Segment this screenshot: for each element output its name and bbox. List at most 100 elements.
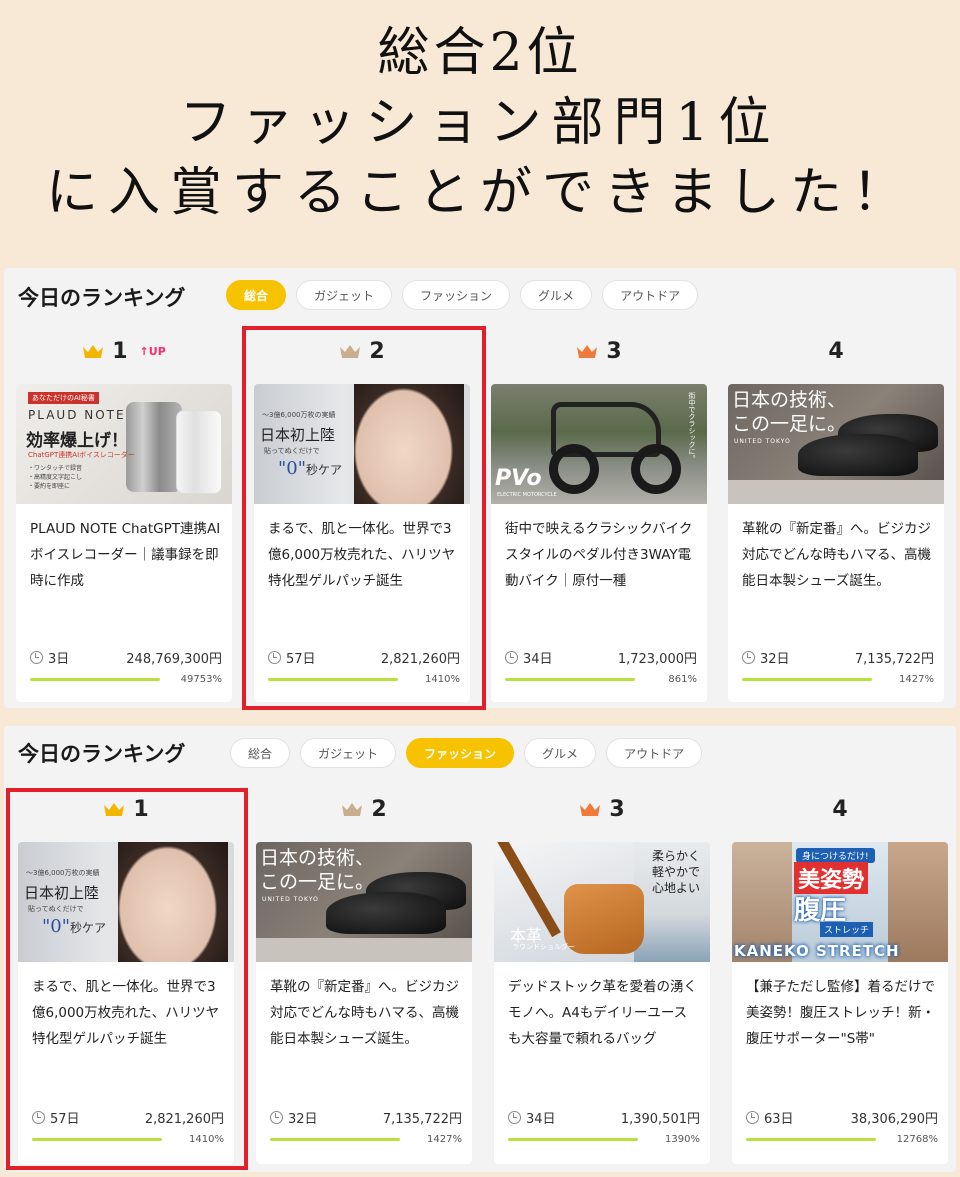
thumb-text-line: 心地よい	[651, 881, 700, 895]
funding-amount: 7,135,722円	[854, 652, 934, 667]
rank-number: 3	[609, 796, 625, 822]
thumb-title-line: この一足に。	[732, 413, 847, 435]
progress-percent: 49753%	[180, 674, 222, 685]
product-title[interactable]: PLAUD NOTE ChatGPT連携AIボイスレコーダー｜議事録を即時に作成	[30, 516, 222, 594]
tab-fashion[interactable]: ファッション	[406, 738, 515, 768]
funding-amount: 248,769,300円	[126, 652, 222, 667]
rank-header-3: 3	[494, 792, 710, 826]
category-tabs: 総合 ガジェット ファッション グルメ アウトドア	[226, 280, 699, 310]
tab-overall[interactable]: 総合	[226, 280, 287, 310]
product-card[interactable]: 街中でクラシックに。 PVo ELECTRIC MOTORCYCLE 街中で映え…	[491, 384, 707, 702]
product-meta: 63日 38,306,290円	[746, 1108, 938, 1127]
highlight-box	[242, 326, 486, 710]
rank-number: 4	[832, 796, 848, 822]
clock-icon	[505, 651, 518, 664]
product-image[interactable]: あなただけのAI秘書 PLAUD NOTE 効率爆上げ！ ChatGPT連携AI…	[16, 384, 232, 504]
thumb-text: 身につけるだけ!	[796, 848, 875, 863]
headline-line-1: 総合2位	[377, 23, 583, 83]
thumb-text: KANEKO STRETCH	[734, 942, 900, 960]
product-title[interactable]: 革靴の『新定番』へ。ビジカジ対応でどんな時もハマる、高機能日本製シューズ誕生。	[270, 974, 462, 1052]
product-image[interactable]: 柔らかく 軽やかで 心地よい 本革 ラウンドショルダー	[494, 842, 710, 962]
product-card[interactable]: 身につけるだけ! 美姿勢 腹圧 ストレッチ KANEKO STRETCH 【兼子…	[732, 842, 948, 1164]
product-title[interactable]: デッドストック革を愛着の湧くモノへ。A4もデイリーユースも大容量で頼れるバッグ	[508, 974, 700, 1052]
rank-header-1: 1 ↑UP	[16, 334, 232, 368]
thumb-text: ラウンドショルダー	[512, 943, 575, 951]
days-text: 3日	[48, 652, 70, 667]
leather-bag	[564, 884, 644, 954]
days-left: 34日	[505, 648, 553, 667]
rank-header-3: 3	[491, 334, 707, 368]
bike-wheel	[549, 444, 599, 494]
tab-gourmet[interactable]: グルメ	[524, 738, 597, 768]
rank-up-label: UP	[148, 344, 166, 358]
product-title[interactable]: 革靴の『新定番』へ。ビジカジ対応でどんな時もハマる、高機能日本製シューズ誕生。	[742, 516, 934, 594]
tab-gadget[interactable]: ガジェット	[296, 280, 393, 310]
rank-header-4: 4	[728, 334, 944, 368]
thumb-tag: あなただけのAI秘書	[28, 392, 99, 404]
silver-crown-icon	[342, 803, 363, 816]
thumb-text: 柔らかく軽やかで心地よい	[652, 848, 700, 896]
days-text: 34日	[523, 652, 553, 667]
clock-icon	[746, 1111, 759, 1124]
rank-header-2: 2	[256, 792, 472, 826]
product-card[interactable]: 日本の技術、 この一足に。 UNITED TOKYO 革靴の『新定番』へ。ビジカジ…	[256, 842, 472, 1164]
tab-gadget[interactable]: ガジェット	[300, 738, 397, 768]
panel-title: 今日のランキング	[18, 742, 186, 766]
gold-crown-icon	[83, 345, 104, 358]
days-left: 63日	[746, 1108, 794, 1127]
panel-title: 今日のランキング	[18, 286, 186, 310]
shoe-stand	[728, 480, 944, 504]
tab-fashion[interactable]: ファッション	[402, 280, 511, 310]
product-card[interactable]: 日本の技術、 この一足に。 UNITED TOKYO 革靴の『新定番』へ。ビジカジ…	[728, 384, 944, 702]
clock-icon	[30, 651, 43, 664]
product-meta: 34日 1,390,501円	[508, 1108, 700, 1127]
product-image[interactable]: 日本の技術、 この一足に。 UNITED TOKYO	[256, 842, 472, 962]
progress-percent: 12768%	[896, 1134, 938, 1145]
product-meta: 32日 7,135,722円	[742, 648, 934, 667]
product-card[interactable]: 柔らかく 軽やかで 心地よい 本革 ラウンドショルダー デッドストック革を愛着の湧く…	[494, 842, 710, 1164]
shoe	[798, 434, 918, 476]
product-meta: 32日 7,135,722円	[270, 1108, 462, 1127]
days-text: 63日	[764, 1112, 794, 1127]
brand-name: UNITED TOKYO	[262, 896, 319, 903]
progress-bar	[30, 678, 160, 681]
days-left: 34日	[508, 1108, 556, 1127]
days-left: 32日	[742, 648, 790, 667]
product-meta: 3日 248,769,300円	[30, 648, 222, 667]
progress-bar	[742, 678, 872, 681]
product-meta: 34日 1,723,000円	[505, 648, 697, 667]
thumb-text-line: 軽やかで	[651, 865, 700, 879]
shoe-stand	[256, 938, 472, 962]
category-tabs: 総合 ガジェット ファッション グルメ アウトドア	[230, 738, 703, 768]
clock-icon	[508, 1111, 521, 1124]
product-image[interactable]: 身につけるだけ! 美姿勢 腹圧 ストレッチ KANEKO STRETCH	[732, 842, 948, 962]
tab-overall[interactable]: 総合	[230, 738, 291, 768]
thumb-list-item: ・ワンタッチで録音	[28, 465, 83, 472]
thumb-headline: 効率爆上げ！	[26, 431, 128, 451]
progress-percent: 861%	[668, 674, 697, 685]
funding-amount: 1,390,501円	[620, 1112, 700, 1127]
product-image[interactable]: 日本の技術、 この一足に。 UNITED TOKYO	[728, 384, 944, 504]
product-title[interactable]: 街中で映えるクラシックバイクスタイルのペダル付き3WAY電動バイク｜原付一種	[505, 516, 697, 594]
headline-line-2: ファッション部門1位	[179, 93, 781, 153]
bronze-crown-icon	[577, 345, 598, 358]
clock-icon	[742, 651, 755, 664]
thumb-text: ストレッチ	[820, 922, 874, 937]
days-text: 34日	[526, 1112, 556, 1127]
shoe	[326, 892, 446, 934]
progress-bar	[270, 1138, 400, 1141]
days-text: 32日	[288, 1112, 318, 1127]
thumb-title-line: この一足に。	[260, 871, 375, 893]
product-title[interactable]: 【兼子ただし監修】着るだけで美姿勢！腹圧ストレッチ！新・腹圧サポーター"S帯"	[746, 974, 938, 1052]
thumb-text: 街中でクラシックに。	[688, 392, 696, 462]
funding-amount: 1,723,000円	[617, 652, 697, 667]
funding-amount: 38,306,290円	[850, 1112, 938, 1127]
brand-sub: ELECTRIC MOTORCYCLE	[497, 492, 557, 498]
product-card[interactable]: あなただけのAI秘書 PLAUD NOTE 効率爆上げ！ ChatGPT連携AI…	[16, 384, 232, 702]
tab-gourmet[interactable]: グルメ	[520, 280, 593, 310]
tab-outdoor[interactable]: アウトドア	[602, 280, 699, 310]
thumb-text-line: 柔らかく	[651, 849, 700, 863]
tab-outdoor[interactable]: アウトドア	[606, 738, 703, 768]
product-image[interactable]: 街中でクラシックに。 PVo ELECTRIC MOTORCYCLE	[491, 384, 707, 504]
brand-logo: PVo	[495, 466, 542, 491]
